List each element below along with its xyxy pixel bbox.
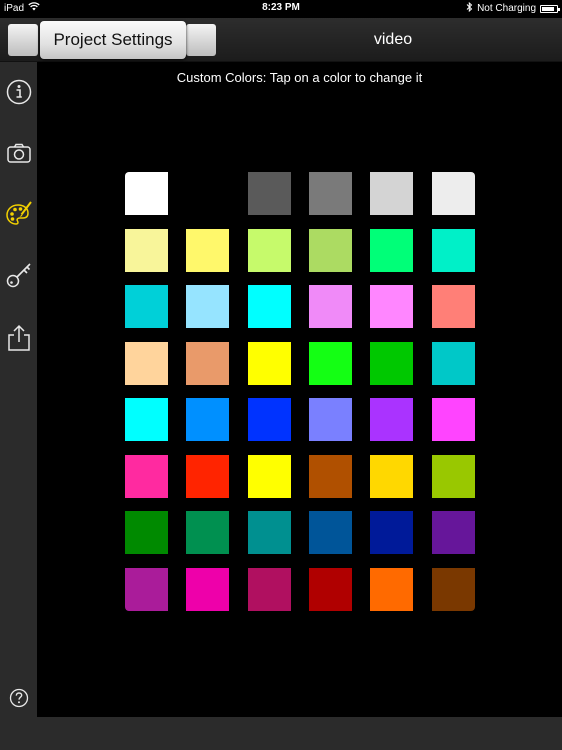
color-swatch-r3-c3[interactable] (248, 285, 291, 328)
sidebar (0, 62, 37, 717)
color-swatch-r1-c3[interactable] (248, 172, 291, 215)
main-content: Custom Colors: Tap on a color to change … (37, 62, 562, 717)
header: Project Settings video (0, 18, 562, 62)
color-swatch-r8-c5[interactable] (370, 568, 413, 611)
charging-status: Not Charging (477, 3, 536, 14)
color-swatch-r7-c1[interactable] (125, 511, 168, 554)
color-swatch-r6-c1[interactable] (125, 455, 168, 498)
color-swatch-r3-c5[interactable] (370, 285, 413, 328)
status-right: Not Charging (466, 1, 560, 15)
color-swatch-r8-c6[interactable] (432, 568, 475, 611)
color-swatch-r4-c2[interactable] (186, 342, 229, 385)
color-swatch-r6-c5[interactable] (370, 455, 413, 498)
color-swatch-r4-c6[interactable] (432, 342, 475, 385)
color-swatch-r8-c1[interactable] (125, 568, 168, 611)
color-swatch-r8-c3[interactable] (248, 568, 291, 611)
info-icon[interactable] (5, 78, 33, 106)
page-title: video (373, 31, 413, 48)
color-swatch-r7-c6[interactable] (432, 511, 475, 554)
color-swatch-r5-c3[interactable] (248, 398, 291, 441)
color-swatch-r7-c4[interactable] (309, 511, 352, 554)
color-swatch-r6-c2[interactable] (186, 455, 229, 498)
color-swatch-r2-c4[interactable] (309, 229, 352, 272)
color-swatch-r4-c3[interactable] (248, 342, 291, 385)
help-icon[interactable] (5, 684, 33, 712)
color-swatch-r1-c4[interactable] (309, 172, 352, 215)
color-grid (37, 62, 562, 717)
color-swatch-r7-c5[interactable] (370, 511, 413, 554)
battery-icon (540, 4, 560, 13)
key-icon[interactable] (5, 261, 33, 289)
bluetooth-icon (466, 1, 473, 15)
color-swatch-r4-c4[interactable] (309, 342, 352, 385)
color-swatch-r6-c4[interactable] (309, 455, 352, 498)
color-swatch-r8-c2[interactable] (186, 568, 229, 611)
color-swatch-r8-c4[interactable] (309, 568, 352, 611)
color-swatch-r3-c4[interactable] (309, 285, 352, 328)
color-swatch-r1-c1[interactable] (125, 172, 168, 215)
color-swatch-r2-c2[interactable] (186, 229, 229, 272)
color-swatch-r2-c1[interactable] (125, 229, 168, 272)
color-swatch-r2-c3[interactable] (248, 229, 291, 272)
color-swatch-r4-c1[interactable] (125, 342, 168, 385)
color-swatch-r6-c3[interactable] (248, 455, 291, 498)
share-icon[interactable] (5, 324, 33, 352)
color-swatch-r5-c2[interactable] (186, 398, 229, 441)
status-bar: iPad 8:23 PM Not Charging (0, 0, 562, 18)
color-swatch-r5-c1[interactable] (125, 398, 168, 441)
color-swatch-r7-c2[interactable] (186, 511, 229, 554)
color-swatch-r2-c6[interactable] (432, 229, 475, 272)
color-swatch-r5-c6[interactable] (432, 398, 475, 441)
battery-fill (542, 6, 554, 11)
header-tab-right[interactable] (186, 24, 216, 56)
bottom-bar (0, 717, 562, 750)
header-tab-left[interactable] (8, 24, 38, 56)
color-swatch-r3-c1[interactable] (125, 285, 168, 328)
color-swatch-r5-c5[interactable] (370, 398, 413, 441)
palette-icon[interactable] (5, 200, 33, 228)
color-swatch-r3-c6[interactable] (432, 285, 475, 328)
camera-icon[interactable] (5, 139, 33, 167)
project-settings-button[interactable]: Project Settings (40, 21, 186, 59)
color-swatch-r7-c3[interactable] (248, 511, 291, 554)
color-swatch-r1-c5[interactable] (370, 172, 413, 215)
color-swatch-r5-c4[interactable] (309, 398, 352, 441)
color-swatch-r2-c5[interactable] (370, 229, 413, 272)
color-swatch-r3-c2[interactable] (186, 285, 229, 328)
color-swatch-r1-c6[interactable] (432, 172, 475, 215)
color-swatch-r6-c6[interactable] (432, 455, 475, 498)
color-swatch-r4-c5[interactable] (370, 342, 413, 385)
